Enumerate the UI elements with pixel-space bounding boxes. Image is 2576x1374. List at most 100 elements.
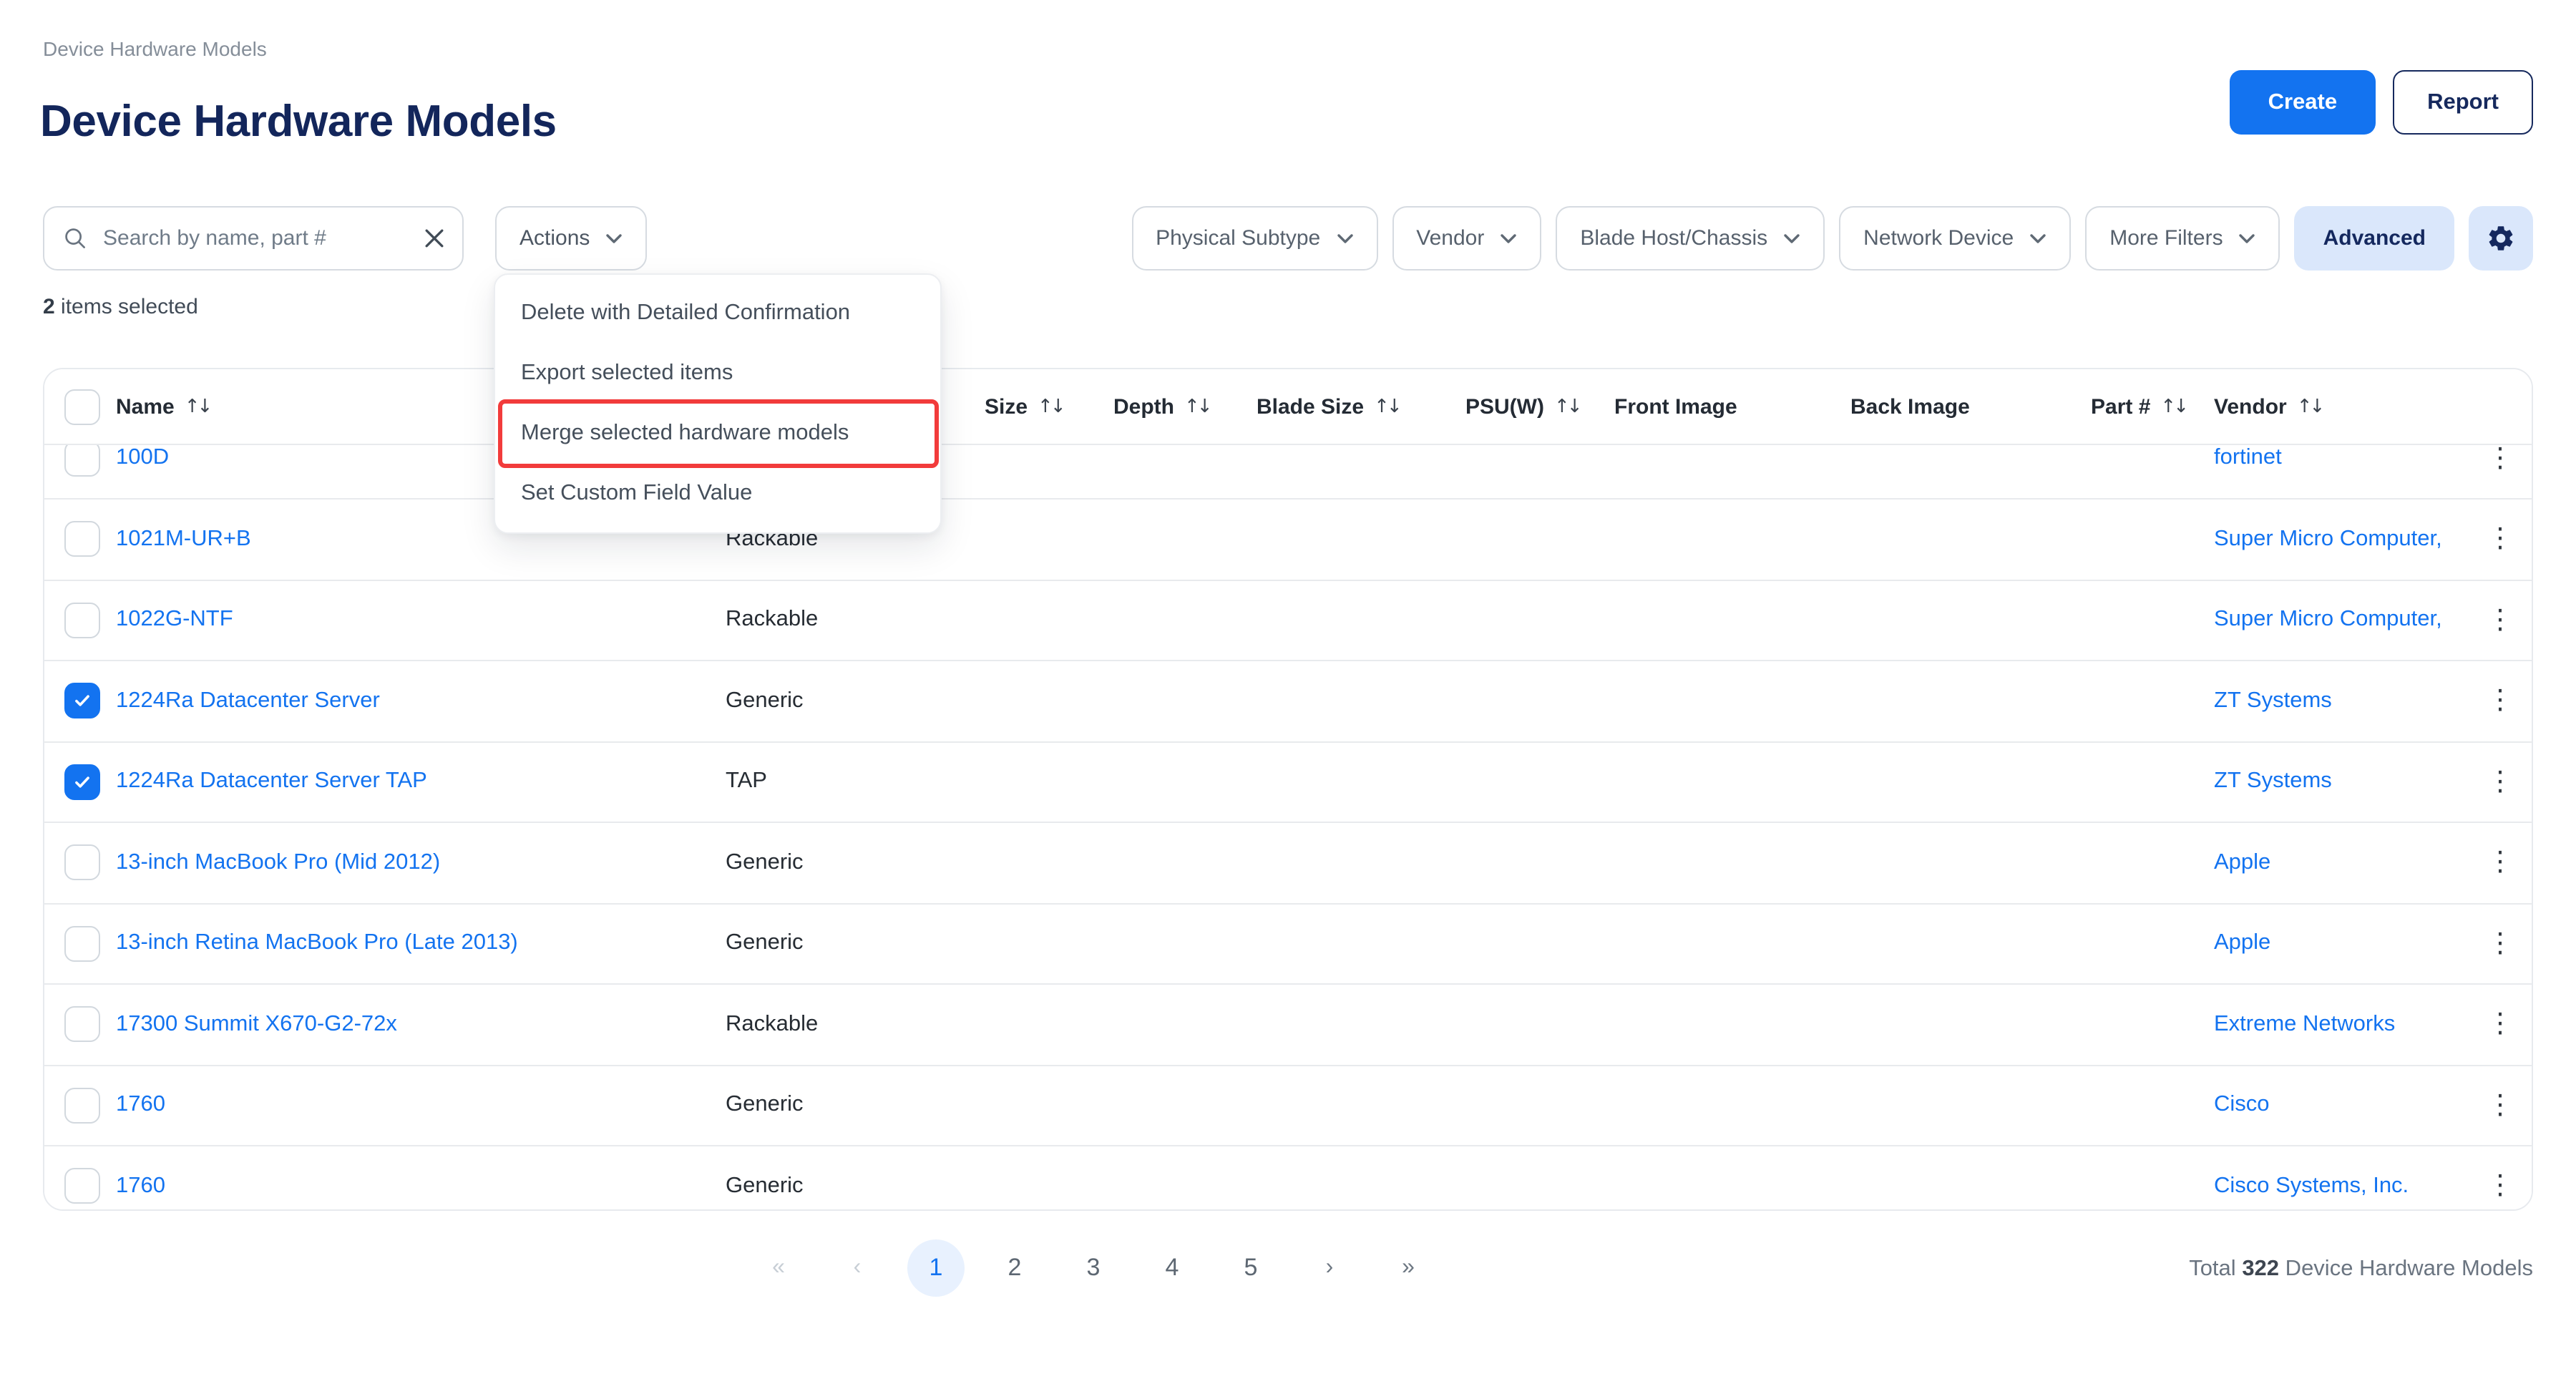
kebab-menu-icon[interactable]: ⋮: [2487, 526, 2514, 553]
kebab-menu-icon[interactable]: ⋮: [2487, 1092, 2514, 1119]
advanced-button[interactable]: Advanced: [2295, 206, 2454, 271]
vendor-link[interactable]: fortinet: [2214, 446, 2282, 470]
kebab-menu-icon[interactable]: ⋮: [2487, 769, 2514, 796]
row-checkbox[interactable]: [64, 845, 100, 881]
vendor-link[interactable]: Cisco Systems, Inc.: [2214, 1174, 2409, 1198]
vendor-link[interactable]: Extreme Networks: [2214, 1012, 2395, 1036]
filter-dropdown-network-device[interactable]: Network Device: [1839, 206, 2071, 271]
model-name-link[interactable]: 1760: [116, 1093, 165, 1117]
column-header-depth[interactable]: Depth ↑↓: [1113, 394, 1257, 419]
actions-dropdown-button[interactable]: Actions: [495, 206, 647, 271]
vendor-link[interactable]: ZT Systems: [2214, 769, 2332, 794]
sort-icon[interactable]: ↑↓: [2297, 396, 2323, 417]
sort-icon[interactable]: ↑↓: [185, 396, 210, 417]
model-name-link[interactable]: 17300 Summit X670-G2-72x: [116, 1012, 397, 1036]
column-header-label: Size: [985, 394, 1028, 419]
search-input[interactable]: [100, 225, 412, 252]
vendor-link[interactable]: Apple: [2214, 931, 2270, 955]
name-cell: 1022G-NTF: [116, 608, 726, 633]
model-name-link[interactable]: 13-inch Retina MacBook Pro (Late 2013): [116, 931, 518, 955]
vendor-link[interactable]: Super Micro Computer,: [2214, 608, 2442, 632]
pagination-page-1[interactable]: 1: [907, 1239, 965, 1297]
clear-search-icon[interactable]: [425, 229, 444, 248]
column-header-label: PSU(W): [1465, 394, 1544, 419]
filter-dropdown-physical-subtype[interactable]: Physical Subtype: [1131, 206, 1377, 271]
column-header-blade[interactable]: Blade Size ↑↓: [1257, 394, 1465, 419]
kebab-menu-icon[interactable]: ⋮: [2487, 1011, 2514, 1038]
column-header-vendor[interactable]: Vendor ↑↓: [2214, 394, 2466, 419]
search-box[interactable]: [43, 206, 464, 271]
pagination-page-3[interactable]: 3: [1065, 1239, 1122, 1297]
filter-dropdown-more-filters[interactable]: More Filters: [2085, 206, 2280, 271]
pagination-last-button[interactable]: »: [1380, 1239, 1437, 1297]
column-header-psu[interactable]: PSU(W) ↑↓: [1465, 394, 1614, 419]
row-checkbox[interactable]: [64, 683, 100, 719]
actions-menu-item-merge-selected-hardware-models[interactable]: Merge selected hardware models: [495, 404, 940, 464]
vendor-link[interactable]: ZT Systems: [2214, 688, 2332, 713]
row-actions-cell: ⋮: [2466, 1173, 2532, 1200]
total-prefix: Total: [2189, 1257, 2242, 1281]
kebab-menu-icon[interactable]: ⋮: [2487, 1173, 2514, 1200]
subtype-cell: Generic: [726, 1093, 985, 1119]
actions-menu-item-set-custom-field-value[interactable]: Set Custom Field Value: [495, 464, 940, 524]
column-header-size[interactable]: Size ↑↓: [985, 394, 1113, 419]
column-header-part[interactable]: Part # ↑↓: [2091, 394, 2214, 419]
pagination-prev-button[interactable]: ‹: [829, 1239, 886, 1297]
table-row: 1022G-NTF Rackable Super Micro Computer,…: [44, 580, 2532, 661]
row-checkbox[interactable]: [64, 445, 100, 477]
kebab-menu-icon[interactable]: ⋮: [2487, 688, 2514, 715]
actions-dropdown-menu: Delete with Detailed ConfirmationExport …: [494, 273, 942, 534]
pagination-page-2[interactable]: 2: [986, 1239, 1043, 1297]
row-actions-cell: ⋮: [2466, 1092, 2532, 1119]
filter-dropdown-blade-host-chassis[interactable]: Blade Host/Chassis: [1556, 206, 1825, 271]
model-name-link[interactable]: 1022G-NTF: [116, 608, 233, 632]
actions-menu-item-export-selected-items[interactable]: Export selected items: [495, 344, 940, 404]
model-name-link[interactable]: 1224Ra Datacenter Server: [116, 688, 380, 713]
row-actions-cell: ⋮: [2466, 688, 2532, 715]
row-checkbox[interactable]: [64, 1088, 100, 1124]
vendor-cell: ZT Systems: [2214, 769, 2466, 795]
row-checkbox[interactable]: [64, 764, 100, 800]
sort-icon[interactable]: ↑↓: [1184, 396, 1210, 417]
breadcrumb[interactable]: Device Hardware Models: [43, 37, 267, 60]
row-checkbox[interactable]: [64, 926, 100, 962]
vendor-link[interactable]: Super Micro Computer,: [2214, 527, 2442, 551]
filter-label: Vendor: [1416, 226, 1484, 250]
pagination-first-button[interactable]: «: [750, 1239, 807, 1297]
column-header-label: Name: [116, 394, 175, 419]
sort-icon[interactable]: ↑↓: [1374, 396, 1400, 417]
model-name-link[interactable]: 1224Ra Datacenter Server TAP: [116, 769, 427, 794]
model-name-link[interactable]: 1021M-UR+B: [116, 527, 251, 551]
chevron-down-icon: [2029, 233, 2046, 244]
row-checkbox[interactable]: [64, 522, 100, 557]
model-name-link[interactable]: 13-inch MacBook Pro (Mid 2012): [116, 850, 440, 874]
vendor-link[interactable]: Cisco: [2214, 1093, 2270, 1117]
sort-icon[interactable]: ↑↓: [1554, 396, 1580, 417]
table-settings-button[interactable]: [2469, 206, 2533, 271]
row-checkbox[interactable]: [64, 1007, 100, 1043]
pagination-next-button[interactable]: ›: [1301, 1239, 1358, 1297]
sort-icon[interactable]: ↑↓: [1038, 396, 1063, 417]
table-header-row: Name ↑↓ Size ↑↓ Depth ↑↓ Blade Size ↑↓ P…: [44, 369, 2532, 445]
column-header-front[interactable]: Front Image: [1614, 394, 1850, 419]
kebab-menu-icon[interactable]: ⋮: [2487, 607, 2514, 634]
sort-icon[interactable]: ↑↓: [2160, 396, 2186, 417]
row-checkbox[interactable]: [64, 603, 100, 638]
model-name-link[interactable]: 1760: [116, 1174, 165, 1198]
filter-dropdown-vendor[interactable]: Vendor: [1392, 206, 1541, 271]
report-button[interactable]: Report: [2393, 70, 2533, 135]
kebab-menu-icon[interactable]: ⋮: [2487, 445, 2514, 472]
column-header-back[interactable]: Back Image: [1850, 394, 2091, 419]
row-checkbox[interactable]: [64, 1169, 100, 1204]
vendor-link[interactable]: Apple: [2214, 850, 2270, 874]
actions-menu-item-delete-with-detailed-confirmation[interactable]: Delete with Detailed Confirmation: [495, 283, 940, 344]
header-actions: Create Report: [2230, 70, 2533, 135]
pagination-page-4[interactable]: 4: [1143, 1239, 1201, 1297]
kebab-menu-icon[interactable]: ⋮: [2487, 930, 2514, 958]
kebab-menu-icon[interactable]: ⋮: [2487, 849, 2514, 877]
selection-status: 2 items selected: [43, 295, 198, 319]
select-all-checkbox[interactable]: [64, 389, 100, 424]
model-name-link[interactable]: 100D: [116, 446, 169, 470]
create-button[interactable]: Create: [2230, 70, 2376, 135]
pagination-page-5[interactable]: 5: [1222, 1239, 1279, 1297]
